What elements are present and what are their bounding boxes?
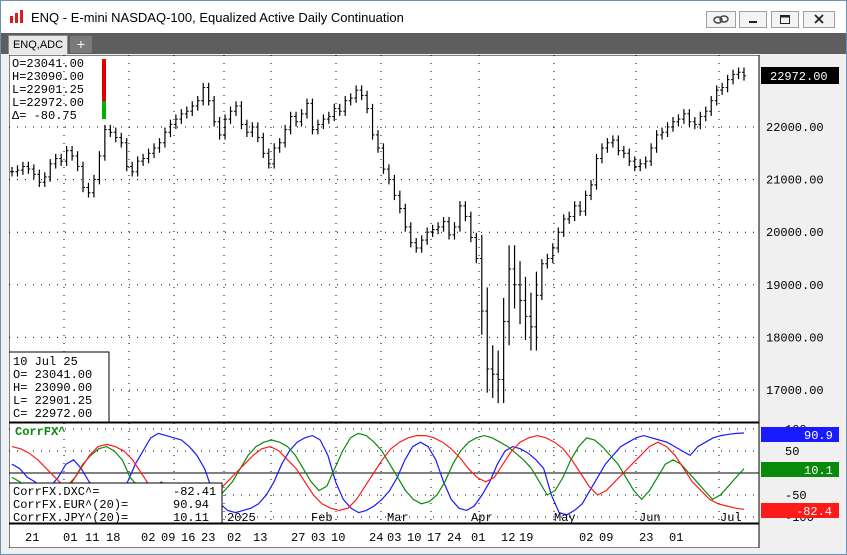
- dxc-badge-value: 90.9: [804, 429, 833, 443]
- day-label: 01: [669, 531, 683, 545]
- day-label: 27: [291, 531, 305, 545]
- day-label: 02: [579, 531, 593, 545]
- day-label: 12: [501, 531, 515, 545]
- ohlc-low: L=22901.25: [12, 83, 84, 97]
- indicator-badges: 90.9 10.1 -82.4: [761, 427, 839, 519]
- data-box-high: H= 23090.00: [13, 381, 92, 395]
- link-button[interactable]: [706, 11, 736, 28]
- day-label: 02: [141, 531, 155, 545]
- day-label: 02: [227, 531, 241, 545]
- tab-bar: ENQ,ADC +: [1, 33, 846, 54]
- month-label: Feb: [311, 511, 333, 525]
- day-label: 24: [369, 531, 383, 545]
- eur-value-label: CorrFX.EUR^(20)=: [13, 498, 128, 512]
- day-label: 24: [447, 531, 461, 545]
- window-title: ENQ - E-mini NASDAQ-100, Equalized Activ…: [31, 10, 404, 25]
- minimize-icon: [749, 21, 757, 23]
- link-icon: [713, 15, 729, 24]
- close-button[interactable]: [803, 11, 835, 28]
- price-pane[interactable]: [9, 55, 760, 423]
- day-label: 09: [161, 531, 175, 545]
- jpy-badge-value: -82.4: [796, 505, 832, 519]
- maximize-icon: [780, 15, 790, 24]
- price-axis[interactable]: 22000.00 21000.00 20000.00 19000.00 18000.00…: [766, 121, 824, 398]
- maximize-button[interactable]: [771, 11, 799, 28]
- day-label: 09: [599, 531, 613, 545]
- day-label: 03: [311, 531, 325, 545]
- eur-badge-value: 10.1: [804, 464, 833, 478]
- month-label: 2025: [227, 511, 256, 525]
- month-label: May: [554, 511, 576, 525]
- month-label: Jul: [720, 511, 742, 525]
- jpy-value: 10.11: [173, 511, 209, 525]
- indicator-name: CorrFX^: [15, 425, 65, 439]
- day-label: 23: [639, 531, 653, 545]
- ohlc-delta: Δ= -80.75: [12, 109, 77, 123]
- month-label: Jun: [639, 511, 661, 525]
- price-tick-label: 17000.00: [766, 384, 824, 398]
- day-label: 01: [63, 531, 77, 545]
- eur-value: 90.94: [173, 498, 209, 512]
- chart-window: ENQ - E-mini NASDAQ-100, Equalized Activ…: [0, 0, 847, 555]
- month-label: Apr: [471, 511, 493, 525]
- price-tick-label: 18000.00: [766, 331, 824, 345]
- day-label: 23: [201, 531, 215, 545]
- chart-area[interactable]: O=23041.00 H=23090.00 L=22901.25 L=22972…: [9, 55, 839, 548]
- data-box-open: O= 23041.00: [13, 368, 92, 382]
- day-label: 19: [519, 531, 533, 545]
- ohlc-color-bar-green: [102, 101, 106, 119]
- data-box-low: L= 22901.25: [13, 394, 92, 408]
- close-icon: [814, 14, 824, 24]
- price-tick-label: 19000.00: [766, 279, 824, 293]
- tab-enq-adc[interactable]: ENQ,ADC: [8, 35, 68, 54]
- indicator-values-box: CorrFX.DXC^= -82.41 CorrFX.EUR^(20)= 90.…: [9, 482, 223, 525]
- day-label: 10: [331, 531, 345, 545]
- ohlc-low-last: L=22972.00: [12, 96, 84, 110]
- minimize-button[interactable]: [739, 11, 767, 28]
- dxc-value: -82.41: [173, 485, 216, 499]
- day-label: 21: [25, 531, 39, 545]
- add-tab-button[interactable]: +: [70, 36, 92, 53]
- app-chart-icon: [10, 10, 23, 23]
- last-price-label: 22972.00: [770, 70, 828, 84]
- price-tick-label: 20000.00: [766, 226, 824, 240]
- day-label: 10: [407, 531, 421, 545]
- day-label: 13: [253, 531, 267, 545]
- day-label: 16: [181, 531, 195, 545]
- day-label: 18: [106, 531, 120, 545]
- price-tick-label: 22000.00: [766, 121, 824, 135]
- month-label: Mar: [387, 511, 409, 525]
- ohlc-open: O=23041.00: [12, 57, 84, 71]
- day-label: 17: [427, 531, 441, 545]
- day-label: 03: [387, 531, 401, 545]
- day-label: 11: [85, 531, 99, 545]
- ohlc-color-bar-red: [102, 59, 106, 101]
- data-box: 10 Jul 25 O= 23041.00 H= 23090.00 L= 229…: [9, 351, 110, 423]
- title-bar[interactable]: ENQ - E-mini NASDAQ-100, Equalized Activ…: [1, 1, 846, 33]
- data-box-close: C= 22972.00: [13, 407, 92, 421]
- indicator-tick-label: -50: [785, 489, 807, 503]
- dxc-value-label: CorrFX.DXC^=: [13, 485, 99, 499]
- day-label: 01: [471, 531, 485, 545]
- price-tick-label: 21000.00: [766, 174, 824, 188]
- data-box-date: 10 Jul 25: [13, 355, 78, 369]
- indicator-tick-label: 50: [785, 445, 799, 459]
- jpy-value-label: CorrFX.JPY^(20)=: [13, 511, 128, 525]
- ohlc-high: H=23090.00: [12, 70, 84, 84]
